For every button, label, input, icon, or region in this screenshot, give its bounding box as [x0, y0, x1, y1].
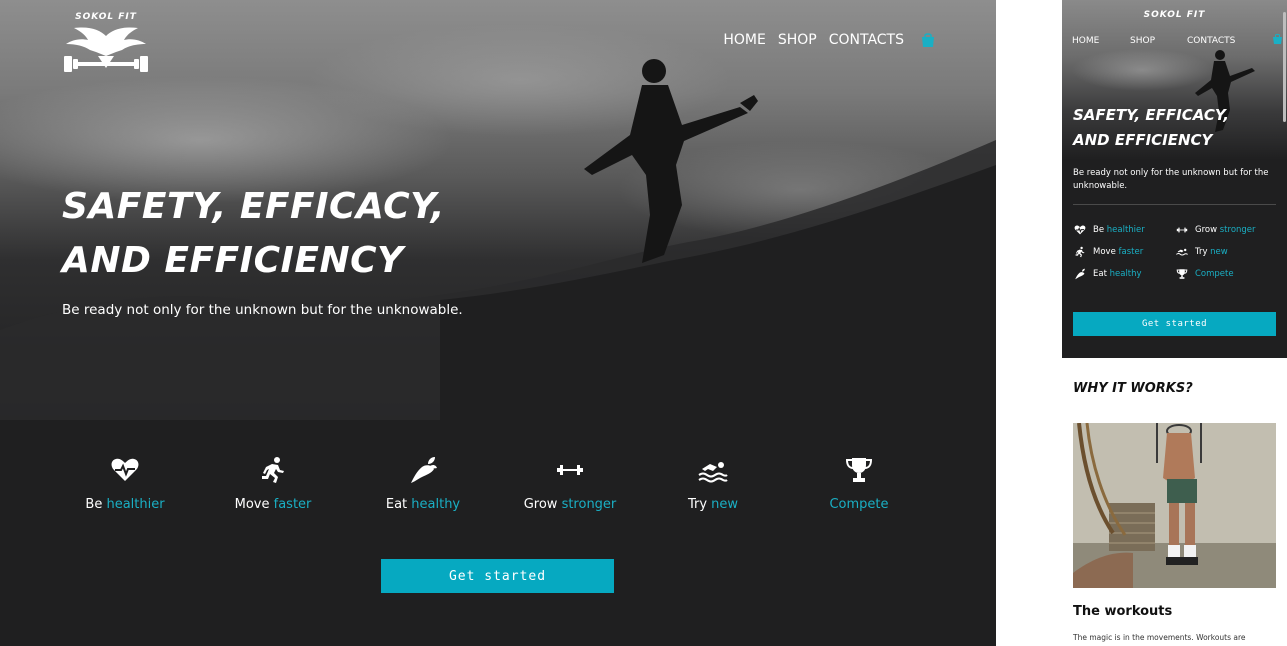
feature-accent: Compete — [1195, 269, 1234, 279]
swimmer-icon — [698, 462, 728, 483]
feature-accent: healthier — [106, 497, 165, 512]
feature-prefix: Eat — [385, 497, 408, 512]
brand-name: SOKOL FIT — [75, 12, 137, 22]
running-icon — [1075, 246, 1085, 258]
heartbeat-icon — [1074, 225, 1086, 235]
eagle-dumbbell-logo-icon — [64, 27, 148, 72]
carrot-icon — [411, 457, 437, 483]
desktop-view: SOKOL FIT HOME SHOP CONTACTS SAFETY, EFF… — [0, 0, 996, 646]
mobile-scrollbar[interactable] — [1283, 12, 1286, 122]
feature-accent: faster — [273, 497, 312, 512]
trophy-icon — [1176, 269, 1188, 279]
features-row: Be healthier Move faster Eat healthy Gro… — [60, 455, 930, 525]
get-started-button[interactable]: Get started — [381, 559, 614, 593]
feature-accent: stronger — [1219, 225, 1256, 235]
feature-prefix: Move — [1093, 247, 1116, 257]
mobile-feature-healthier: Be healthier — [1073, 223, 1173, 237]
feature-accent: Compete — [829, 497, 889, 512]
feature-prefix: Be — [85, 497, 103, 512]
swimmer-icon — [1176, 248, 1188, 256]
mobile-divider — [1073, 204, 1276, 205]
mobile-get-started-button[interactable]: Get started — [1073, 312, 1276, 336]
mobile-feature-healthy: Eat healthy — [1073, 267, 1173, 281]
nav-item-shop[interactable]: SHOP — [778, 32, 817, 48]
mobile-hero-subtitle: Be ready not only for the unknown but fo… — [1073, 168, 1269, 191]
mobile-brand-name[interactable]: SOKOL FIT — [1062, 10, 1287, 20]
mobile-hero-title: SAFETY, EFFICACY, AND EFFICIENCY — [1073, 103, 1273, 153]
feature-accent: new — [1210, 247, 1228, 257]
runner-silhouette-image — [584, 59, 758, 263]
mobile-hero: SOKOL FIT HOME SHOP CONTACTS SAFETY, EFF… — [1062, 0, 1287, 358]
mobile-hero-title-line2: AND EFFICIENCY — [1073, 131, 1213, 149]
dumbbell-icon — [1176, 227, 1188, 233]
feature-item-faster: Move faster — [208, 455, 338, 512]
mobile-nav-item-home[interactable]: HOME — [1072, 36, 1099, 46]
workouts-heading: The workouts — [1073, 604, 1173, 619]
nav-item-contacts[interactable]: CONTACTS — [829, 32, 904, 48]
main-nav: HOME SHOP CONTACTS — [711, 32, 936, 48]
hero-subtitle: Be ready not only for the unknown but fo… — [62, 302, 463, 318]
mobile-feature-new: Try new — [1175, 245, 1275, 259]
mobile-feature-faster: Move faster — [1073, 245, 1173, 259]
feature-item-stronger: Grow stronger — [505, 455, 635, 512]
feature-accent: healthy — [411, 497, 461, 512]
nav-item-home[interactable]: HOME — [723, 32, 765, 48]
dumbbell-icon — [557, 465, 583, 475]
workout-rings-illustration — [1073, 423, 1276, 588]
shopping-bag-icon[interactable] — [920, 32, 936, 48]
running-icon — [262, 457, 284, 483]
feature-prefix: Grow — [523, 497, 558, 512]
why-it-works-heading: WHY IT WORKS? — [1073, 381, 1193, 396]
mobile-nav-item-shop[interactable]: SHOP — [1130, 36, 1155, 46]
trophy-icon — [845, 458, 873, 482]
hero-title-line2: AND EFFICIENCY — [62, 240, 404, 281]
mobile-hero-title-line1: SAFETY, EFFICACY, — [1073, 106, 1229, 124]
feature-prefix: Try — [1195, 247, 1208, 257]
feature-prefix: Try — [687, 497, 708, 512]
mobile-feature-compete: Compete — [1175, 267, 1275, 281]
feature-accent: healthy — [1109, 269, 1142, 279]
feature-item-new: Try new — [648, 455, 778, 512]
feature-prefix: Grow — [1195, 225, 1218, 235]
feature-accent: stronger — [561, 497, 617, 512]
feature-accent: faster — [1118, 247, 1144, 257]
feature-prefix: Eat — [1093, 269, 1107, 279]
feature-accent: healthier — [1106, 225, 1145, 235]
workout-rings-photo — [1073, 423, 1276, 588]
feature-item-healthy: Eat healthy — [358, 455, 488, 512]
mobile-shopping-bag-icon[interactable] — [1272, 33, 1283, 45]
carrot-icon — [1075, 268, 1085, 280]
brand-logo[interactable]: SOKOL FIT — [60, 12, 152, 74]
mobile-nav-item-contacts[interactable]: CONTACTS — [1187, 36, 1235, 46]
mobile-view: SOKOL FIT HOME SHOP CONTACTS SAFETY, EFF… — [1062, 0, 1287, 646]
hero-title-line1: SAFETY, EFFICACY, — [62, 186, 445, 227]
feature-prefix: Be — [1093, 225, 1105, 235]
heartbeat-icon — [111, 458, 139, 481]
mobile-feature-stronger: Grow stronger — [1175, 223, 1275, 237]
mobile-nav: HOME SHOP CONTACTS — [1072, 36, 1282, 48]
feature-item-compete: Compete — [794, 455, 924, 512]
feature-item-healthier: Be healthier — [60, 455, 190, 512]
hero-title: SAFETY, EFFICACY, AND EFFICIENCY — [62, 180, 562, 288]
mobile-features-grid: Be healthier Grow stronger Move faster T… — [1073, 223, 1278, 289]
feature-accent: new — [711, 497, 739, 512]
workouts-description: The magic is in the movements. Workouts … — [1073, 633, 1246, 642]
feature-prefix: Move — [234, 497, 270, 512]
